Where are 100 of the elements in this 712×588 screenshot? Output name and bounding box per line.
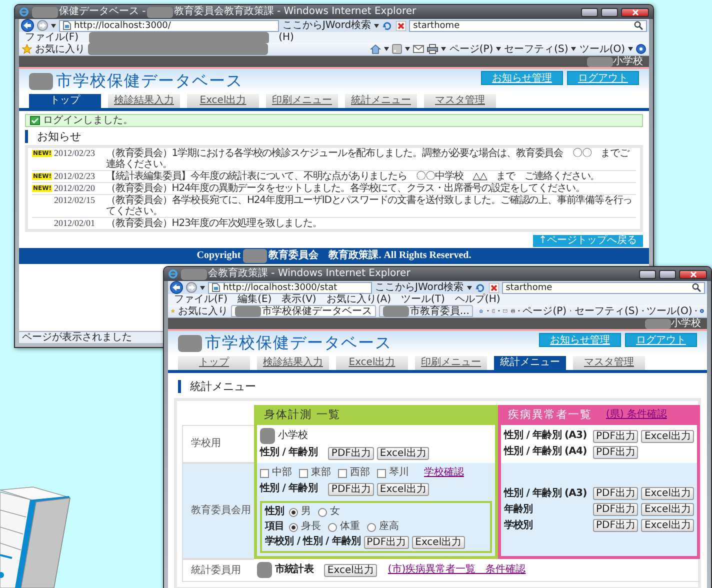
maximize-button[interactable]	[659, 270, 676, 278]
radio-button[interactable]	[367, 522, 376, 532]
export-button[interactable]: Excel出力	[376, 482, 430, 496]
stop-icon[interactable]	[488, 282, 499, 292]
nav-tab[interactable]: トップ	[178, 356, 250, 370]
caret-icon[interactable]	[374, 24, 380, 28]
search-provider-label[interactable]: ここからJWord検索	[375, 282, 464, 294]
maximize-button[interactable]	[601, 8, 618, 16]
help-icon[interactable]	[700, 306, 704, 316]
star-icon[interactable]	[22, 44, 32, 54]
printer-icon[interactable]	[427, 44, 438, 54]
export-button[interactable]: Excel出力	[641, 503, 694, 516]
refresh-icon[interactable]	[382, 20, 394, 30]
nav-tab[interactable]: 検診結果入力	[108, 94, 180, 108]
export-button[interactable]: PDF出力	[593, 446, 638, 458]
address-field[interactable]: http://localhost:3000/stat	[208, 282, 372, 294]
export-button[interactable]: PDF出力	[364, 536, 410, 548]
close-icon[interactable]	[690, 270, 696, 278]
stop-icon[interactable]	[396, 20, 406, 30]
menu-item[interactable]: お気に入り(A)	[326, 294, 391, 305]
search-icon[interactable]	[692, 283, 701, 292]
copyright-text: 教育委員会 教育政策課. All Rights Reserved.	[268, 250, 472, 262]
nav-tab[interactable]: 印刷メニュー	[266, 94, 338, 108]
mail-icon[interactable]	[413, 45, 424, 53]
caret-icon[interactable]	[441, 47, 446, 51]
export-button[interactable]: PDF出力	[328, 446, 374, 460]
printer-icon[interactable]	[510, 306, 515, 316]
export-button[interactable]: Excel出力	[412, 536, 465, 548]
minimize-button[interactable]	[581, 8, 598, 16]
radio-button[interactable]	[289, 522, 298, 532]
notice-date: 2012/02/20	[54, 183, 96, 194]
nav-tab[interactable]: Excel出力	[187, 94, 259, 108]
command-menu[interactable]: ページ(P)	[449, 44, 494, 54]
close-button[interactable]	[621, 8, 649, 16]
refresh-icon[interactable]	[474, 282, 486, 292]
nav-tab[interactable]: マスタ管理	[424, 94, 496, 108]
menu-item[interactable]: (H)	[278, 32, 294, 43]
caret-icon[interactable]	[466, 286, 472, 290]
nav-tab[interactable]: 統計メニュー	[494, 356, 566, 370]
export-button[interactable]: PDF出力	[593, 487, 638, 500]
minimize-button[interactable]	[639, 270, 656, 278]
nav-tab[interactable]: マスタ管理	[573, 356, 645, 370]
search-provider-label[interactable]: ここからJWord検索	[282, 20, 372, 32]
link[interactable]: 学校確認	[424, 467, 464, 479]
command-menu[interactable]: ページ(P)	[522, 306, 567, 316]
caret-icon[interactable]	[405, 47, 410, 51]
help-icon[interactable]	[636, 44, 646, 54]
browser-tab[interactable]: 市教育委員...	[378, 305, 474, 317]
command-menu[interactable]: セーフティ(S)	[574, 306, 639, 316]
checkbox[interactable]	[377, 468, 386, 478]
address-field[interactable]: http://localhost:3000/	[59, 20, 280, 32]
export-button[interactable]: Excel出力	[376, 446, 430, 460]
export-button[interactable]: PDF出力	[593, 503, 638, 516]
export-button[interactable]: Excel出力	[641, 487, 694, 500]
radio-button[interactable]	[289, 508, 298, 516]
notice-date: 2012/02/23	[54, 171, 96, 182]
nav-tab[interactable]: 印刷メニュー	[415, 356, 487, 370]
checkbox[interactable]	[338, 468, 347, 478]
favorites-button[interactable]: お気に入り	[178, 306, 228, 316]
star-icon[interactable]	[171, 306, 175, 316]
command-menu[interactable]: ツール(O)	[646, 306, 692, 316]
home-icon[interactable]	[370, 44, 382, 54]
caret-icon[interactable]	[628, 47, 633, 51]
back-button[interactable]	[21, 19, 34, 32]
caret-icon[interactable]	[571, 47, 576, 51]
export-button[interactable]: PDF出力	[328, 482, 374, 496]
export-button[interactable]: Excel出力	[324, 564, 377, 576]
nav-tab[interactable]: 検診結果入力	[257, 356, 329, 370]
close-button[interactable]	[679, 270, 707, 278]
menu-item[interactable]: ファイル(F)	[25, 32, 79, 43]
menu-item[interactable]: ヘルプ(H)	[454, 294, 500, 305]
caret-icon[interactable]	[496, 47, 502, 51]
caret-icon[interactable]	[384, 47, 390, 51]
menu-item[interactable]: 表示(V)	[282, 294, 316, 305]
checkbox[interactable]	[260, 468, 269, 478]
export-button[interactable]: PDF出力	[593, 519, 638, 532]
menu-item[interactable]: 編集(E)	[238, 294, 272, 305]
caret-icon[interactable]	[200, 286, 205, 290]
export-button[interactable]: Excel出力	[641, 519, 694, 532]
browser-tab[interactable]: 市学校保健データベース	[230, 305, 376, 317]
nav-tab[interactable]: Excel出力	[336, 356, 408, 370]
menu-item[interactable]: ファイル(F)	[174, 294, 228, 305]
back-button[interactable]	[170, 281, 183, 294]
search-field[interactable]: starthome	[409, 20, 647, 32]
radio-button[interactable]	[318, 508, 328, 516]
command-menu[interactable]: セーフティ(S)	[504, 44, 568, 54]
search-field[interactable]: starthome	[502, 282, 705, 294]
command-menu[interactable]: ツール(O)	[579, 44, 625, 54]
export-button[interactable]: Excel出力	[641, 430, 694, 442]
export-button[interactable]: PDF出力	[593, 430, 638, 442]
nav-tab[interactable]: 統計メニュー	[345, 94, 417, 108]
radio-button[interactable]	[328, 522, 338, 532]
caret-icon[interactable]	[51, 24, 56, 28]
link[interactable]: (市)疾病異常者一覧 条件確認	[388, 564, 526, 576]
nav-tab[interactable]: トップ	[29, 94, 101, 108]
checkbox[interactable]	[299, 468, 308, 478]
menu-item[interactable]: ツール(T)	[401, 294, 445, 305]
favorites-button[interactable]: お気に入り	[35, 44, 85, 54]
close-icon[interactable]	[632, 8, 638, 16]
search-icon[interactable]	[634, 21, 643, 30]
